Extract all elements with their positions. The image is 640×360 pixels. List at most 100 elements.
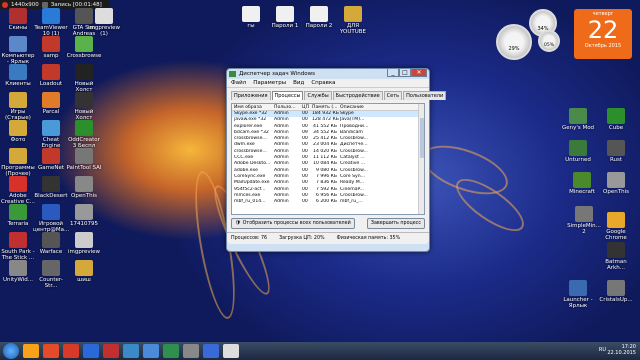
desktop-icon[interactable]: Batman Arkh... bbox=[598, 242, 634, 271]
pause-icon[interactable] bbox=[41, 1, 48, 8]
tab-3[interactable]: Быстродействие bbox=[332, 91, 383, 100]
taskbar-app-icon[interactable] bbox=[183, 344, 199, 358]
desktop-icon[interactable]: SimpleMin... 2 bbox=[566, 206, 602, 235]
menu-bar: Файл Параметры Вид Справка bbox=[227, 79, 429, 88]
column-header[interactable]: ЦП bbox=[302, 104, 312, 110]
system-tray[interactable]: 17:20 22.10.2015 bbox=[607, 344, 636, 356]
desktop-icon[interactable]: Новый Холст bbox=[66, 92, 102, 121]
desktop-icon[interactable]: Minecraft bbox=[564, 172, 600, 195]
desktop-icon[interactable]: шиш bbox=[66, 260, 102, 283]
desktop-icon[interactable]: Пароли 2 bbox=[301, 6, 337, 29]
end-process-button[interactable]: Завершить процесс bbox=[366, 218, 425, 229]
taskbar-app-icon[interactable] bbox=[43, 344, 59, 358]
desktop-icon[interactable]: BlackDesert bbox=[33, 176, 69, 199]
cpu-gauge[interactable]: 29% bbox=[496, 24, 532, 60]
desktop-icon[interactable]: PaintTool SAI bbox=[66, 148, 102, 171]
desktop-icon[interactable]: GameNet bbox=[33, 148, 69, 171]
tab-1[interactable]: Процессы bbox=[271, 91, 304, 100]
desktop-icon-image bbox=[75, 120, 93, 136]
taskbar-app-icon[interactable] bbox=[63, 344, 79, 358]
desktop-icon-label: Crossbrowse bbox=[66, 53, 102, 59]
desktop-icon[interactable]: OpenThis bbox=[66, 176, 102, 199]
desktop-icon[interactable]: TeamViewer 10 (1) bbox=[33, 8, 69, 37]
minimize-button[interactable]: _ bbox=[387, 69, 399, 77]
desktop-icon[interactable]: Counter-Str... bbox=[33, 260, 69, 289]
desktop-icon[interactable]: Компьютер - Ярлык bbox=[0, 36, 36, 65]
desktop-icon[interactable]: CristalsUp... bbox=[598, 280, 634, 303]
taskbar-app-icon[interactable] bbox=[203, 344, 219, 358]
desktop-icon-label: PaintTool SAI bbox=[66, 165, 102, 171]
desktop-icon[interactable]: imgpreview (1) bbox=[86, 8, 122, 37]
tab-5[interactable]: Пользователи bbox=[403, 91, 447, 100]
table-cell: mbf_ru_014... bbox=[234, 199, 266, 205]
desktop-icon[interactable]: Игры (Старые) bbox=[0, 92, 36, 121]
desktop-icon[interactable]: Google Chrome bbox=[598, 212, 634, 241]
desktop-icon[interactable]: Crossbrowse bbox=[66, 36, 102, 59]
language-indicator[interactable]: RU bbox=[599, 347, 606, 353]
desktop-icon[interactable]: Parcal bbox=[33, 92, 69, 115]
taskbar-app-icon[interactable] bbox=[83, 344, 99, 358]
desktop-icon[interactable]: UnityWid... bbox=[0, 260, 36, 283]
desktop-icon[interactable]: Loadout bbox=[33, 64, 69, 87]
desktop-icon[interactable]: Игровой центр@Ma... bbox=[33, 204, 69, 233]
desktop-icon-image bbox=[95, 8, 113, 24]
close-button[interactable]: ✕ bbox=[411, 69, 427, 77]
desktop-icon[interactable]: Rust bbox=[598, 140, 634, 163]
desktop-icon-image bbox=[575, 206, 593, 222]
desktop-icon[interactable]: 17410795 bbox=[66, 204, 102, 227]
desktop-icon[interactable]: Cube bbox=[598, 108, 634, 131]
task-manager-window[interactable]: Диспетчер задач Windows _ □ ✕ Файл Параме… bbox=[226, 68, 447, 252]
column-header[interactable]: Пользо... bbox=[274, 104, 302, 110]
desktop-icon[interactable]: Warface bbox=[33, 232, 69, 255]
tab-4[interactable]: Сеть bbox=[383, 91, 403, 100]
taskbar-app-icon[interactable] bbox=[123, 344, 139, 358]
column-header[interactable]: Описание bbox=[340, 104, 380, 110]
desktop-icon[interactable]: South Park - The Stick ... bbox=[0, 232, 36, 261]
desktop-icon-image bbox=[75, 260, 93, 276]
taskbar-app-icon[interactable] bbox=[23, 344, 39, 358]
desktop-icon-image bbox=[9, 232, 27, 248]
desktop-icon[interactable]: Скины bbox=[0, 8, 36, 31]
taskbar-app-icon[interactable] bbox=[143, 344, 159, 358]
desktop-icon[interactable]: OpenThis bbox=[598, 172, 634, 195]
tab-2[interactable]: Службы bbox=[304, 91, 332, 100]
table-row[interactable]: mbf_ru_014... Admin 00 6 200 КБ mbf_ru_... bbox=[232, 199, 424, 205]
desktop-icon[interactable]: Unturned bbox=[560, 140, 596, 163]
desktop-icon[interactable]: Программы (Прочее) bbox=[0, 148, 36, 177]
desktop-icon[interactable]: Пароли 1 bbox=[267, 6, 303, 29]
taskbar-app-icon[interactable] bbox=[163, 344, 179, 358]
desktop-icon-label: CristalsUp... bbox=[599, 297, 633, 303]
menu-item[interactable]: Вид bbox=[293, 79, 304, 87]
desktop-icon[interactable]: Клиенты bbox=[0, 64, 36, 87]
desktop-icon[interactable]: Cheat Engine bbox=[33, 120, 69, 149]
desktop-icon[interactable]: Фото bbox=[0, 120, 36, 143]
taskbar-app-icon[interactable] bbox=[103, 344, 119, 358]
record-icon[interactable] bbox=[2, 1, 8, 8]
desktop-icon[interactable]: Launcher - Ярлык bbox=[560, 280, 596, 309]
desktop-icon[interactable]: imgpreview bbox=[66, 232, 102, 255]
desktop-icon[interactable]: гы bbox=[233, 6, 269, 29]
menu-item[interactable]: Файл bbox=[231, 79, 246, 87]
maximize-button[interactable]: □ bbox=[399, 69, 411, 77]
menu-item[interactable]: Справка bbox=[311, 79, 335, 87]
scrollbar-thumb[interactable] bbox=[420, 118, 424, 158]
column-header[interactable]: Имя образа bbox=[232, 104, 274, 110]
tab-0[interactable]: Приложения bbox=[231, 91, 271, 100]
scrollbar[interactable] bbox=[418, 104, 424, 214]
taskbar-app-icon[interactable] bbox=[223, 344, 239, 358]
menu-item[interactable]: Параметры bbox=[253, 79, 286, 87]
show-all-processes-button[interactable]: 🛡 Отобразить процессы всех пользователей bbox=[231, 218, 355, 229]
process-table[interactable]: Имя образа Пользо... ЦП Память (... Описание… bbox=[231, 103, 425, 215]
window-titlebar[interactable]: Диспетчер задач Windows _ □ ✕ bbox=[227, 69, 429, 79]
desktop-icon[interactable]: OddCreator 3 Беспл bbox=[66, 120, 102, 149]
desktop-icon[interactable]: ДЛЯ YOUTUBE bbox=[335, 6, 371, 35]
disk-gauge[interactable]: 05% bbox=[538, 30, 560, 52]
column-header[interactable]: Память (... bbox=[312, 104, 340, 110]
calendar-gadget[interactable]: четверг 22 Октябрь 2015 bbox=[574, 9, 632, 59]
desktop-icon[interactable]: samp bbox=[33, 36, 69, 59]
desktop-icon[interactable]: Terraria bbox=[0, 204, 36, 227]
desktop-icon[interactable]: Geny's Mod bbox=[560, 108, 596, 131]
desktop-icon[interactable]: Новый Холст bbox=[66, 64, 102, 93]
desktop-icon[interactable]: Adobe Creative C... bbox=[0, 176, 36, 205]
start-button[interactable] bbox=[3, 343, 19, 359]
